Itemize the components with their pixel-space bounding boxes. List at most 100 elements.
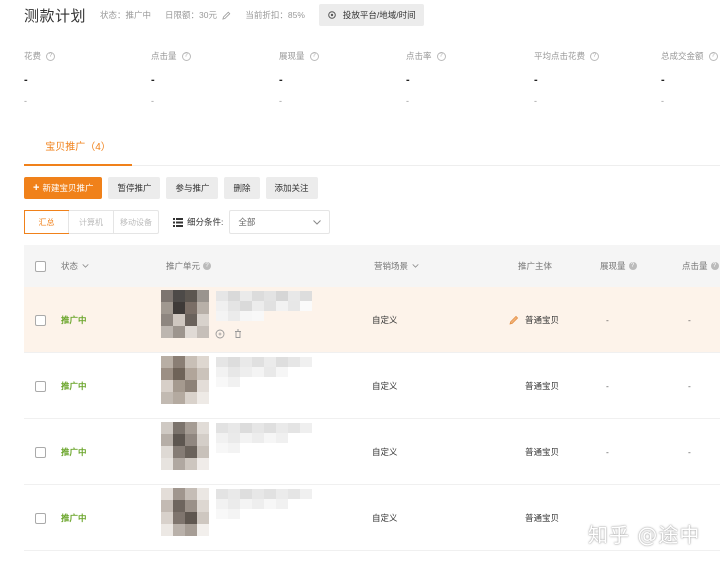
row-checkbox-cell [35,485,46,551]
metric-compare: - [661,96,664,106]
breakdown-label: 细分条件: [173,216,223,228]
chevron-down-icon [412,264,419,268]
trash-icon[interactable] [233,329,243,339]
help-icon[interactable]: ? [710,262,719,270]
row-status: 推广中 [61,315,87,325]
column-scene[interactable]: 营销场景 [374,245,419,287]
metric-compare: - [534,96,537,106]
column-status[interactable]: 状态 [61,245,89,287]
product-thumbnail[interactable] [161,356,209,404]
product-thumbnail[interactable] [161,290,209,338]
product-thumbnail[interactable] [161,488,209,536]
promotion-table: 状态 推广单元? 营销场景 推广主体 展现量? 点击量? 推广中 自定义 普通宝… [24,245,720,551]
row-scene: 自定义 [372,513,398,523]
column-impressions: 展现量? [600,245,637,287]
current-discount: 当前折扣：85% [245,10,305,20]
row-action-icons [215,329,251,339]
product-title-blurred[interactable] [216,489,312,519]
product-thumbnail[interactable] [161,422,209,470]
gear-icon [328,11,336,19]
help-icon[interactable]: ? [628,262,637,270]
platform-settings-label: 投放平台/地域/时间 [342,10,416,20]
column-clicks-label: 点击量 [682,261,708,271]
column-subject: 推广主体 [518,261,553,271]
row-status: 推广中 [61,381,87,391]
filter-bar: 汇总 计算机 移动设备 细分条件: 全部 [24,210,331,234]
breakdown-select-value: 全部 [238,217,256,227]
tab-item-promotion[interactable]: 宝贝推广（4） [24,126,132,166]
metric-value: - [279,74,283,86]
metric-compare: - [24,96,27,106]
row-clicks: - [688,315,691,325]
plus-icon: + [33,182,40,194]
row-checkbox[interactable] [35,446,46,458]
row-scene: 自定义 [372,447,398,457]
help-icon[interactable]: ? [203,262,212,270]
chevron-down-icon [82,264,89,268]
help-icon[interactable]: ? [46,51,56,61]
row-checkbox[interactable] [35,314,46,326]
segment-summary[interactable]: 汇总 [24,210,69,234]
metric-value: - [406,74,410,86]
device-segment: 汇总 计算机 移动设备 [24,210,159,234]
pause-button[interactable]: 暂停推广 [108,177,161,199]
help-icon[interactable]: ? [309,51,319,61]
pencil-icon[interactable] [509,315,519,325]
action-toolbar: + 新建宝贝推广 暂停推广 参与推广 删除 添加关注 [24,177,324,199]
row-checkbox-cell [35,419,46,485]
row-checkbox[interactable] [35,380,46,392]
column-impressions-label: 展现量 [600,261,626,271]
metric-label: 点击量 [151,51,177,61]
metric-clicks: 点击量? - - [151,50,277,106]
new-item-promotion-button[interactable]: + 新建宝贝推广 [24,177,103,199]
metric-value: - [24,74,28,86]
platform-settings-button[interactable]: 投放平台/地域/时间 [318,4,424,26]
metric-total-gmv: 总成交金额? - - [661,50,720,106]
row-clicks: - [688,447,691,457]
help-icon[interactable]: ? [708,51,718,61]
table-header: 状态 推广单元? 营销场景 推广主体 展现量? 点击量? [24,245,720,287]
list-filter-icon [173,217,183,227]
row-clicks: - [688,381,691,391]
metric-compare: - [279,96,282,106]
metric-ctr: 点击率? - - [406,50,532,106]
metric-label: 总成交金额 [661,51,704,61]
row-scene: 自定义 [372,315,398,325]
chevron-down-icon [313,219,322,225]
column-unit-label: 推广单元 [166,261,201,271]
product-title-blurred[interactable] [216,357,312,387]
row-checkbox[interactable] [35,512,46,524]
metric-value: - [151,74,155,86]
breakdown-select[interactable]: 全部 [229,210,331,234]
delete-button[interactable]: 删除 [224,177,260,199]
column-unit: 推广单元? [166,245,212,287]
row-status: 推广中 [61,447,87,457]
select-all-checkbox[interactable] [35,260,46,272]
help-icon[interactable]: ? [590,51,600,61]
product-title-blurred[interactable] [216,291,312,321]
product-title-blurred[interactable] [216,423,312,453]
copy-icon[interactable] [215,329,225,339]
metric-label: 展现量 [279,51,305,61]
pencil-icon[interactable] [222,11,231,20]
metric-compare: - [151,96,154,106]
row-subject: 普通宝贝 [525,513,560,523]
table-row[interactable]: 推广中 自定义 普通宝贝 - - [24,353,720,419]
segment-mobile[interactable]: 移动设备 [113,211,158,233]
column-scene-label: 营销场景 [374,261,409,271]
metric-compare: - [406,96,409,106]
breakdown-label-text: 细分条件: [187,217,224,227]
resume-button[interactable]: 参与推广 [166,177,219,199]
help-icon[interactable]: ? [436,51,446,61]
metric-cost: 花费? - - [24,50,150,106]
plan-header: 测款计划 状态：推广中 日限额：30元 当前折扣：85% 投放平台/地域/时间 [24,4,424,26]
segment-computer[interactable]: 计算机 [68,211,113,233]
table-row[interactable]: 推广中 自定义 普通宝贝 - - [24,287,720,353]
row-impressions: - [606,381,609,391]
row-impressions: - [606,447,609,457]
row-subject: 普通宝贝 [525,381,560,391]
table-row[interactable]: 推广中 自定义 普通宝贝 - - [24,419,720,485]
help-icon[interactable]: ? [181,51,191,61]
metric-value: - [534,74,538,86]
add-follow-button[interactable]: 添加关注 [265,177,318,199]
